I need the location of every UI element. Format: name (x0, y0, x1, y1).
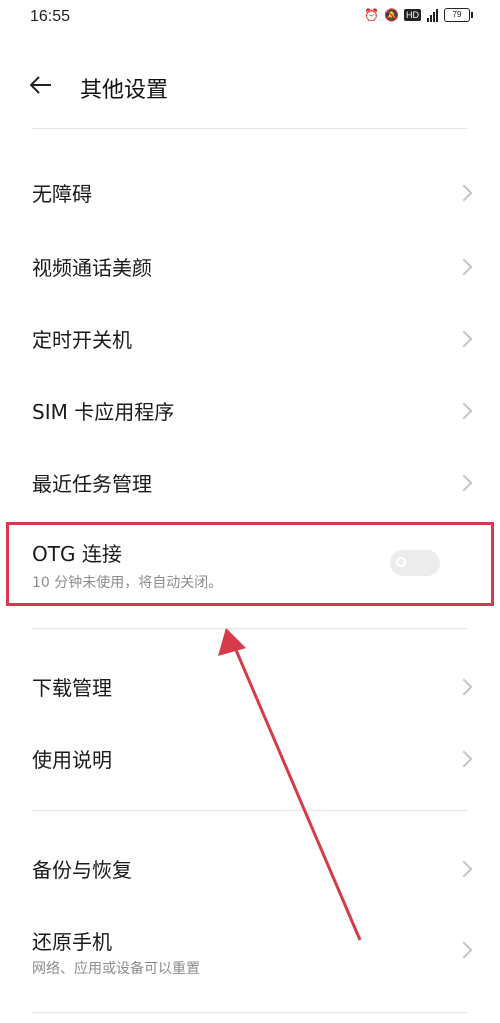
annotation-arrow-icon (218, 628, 362, 941)
